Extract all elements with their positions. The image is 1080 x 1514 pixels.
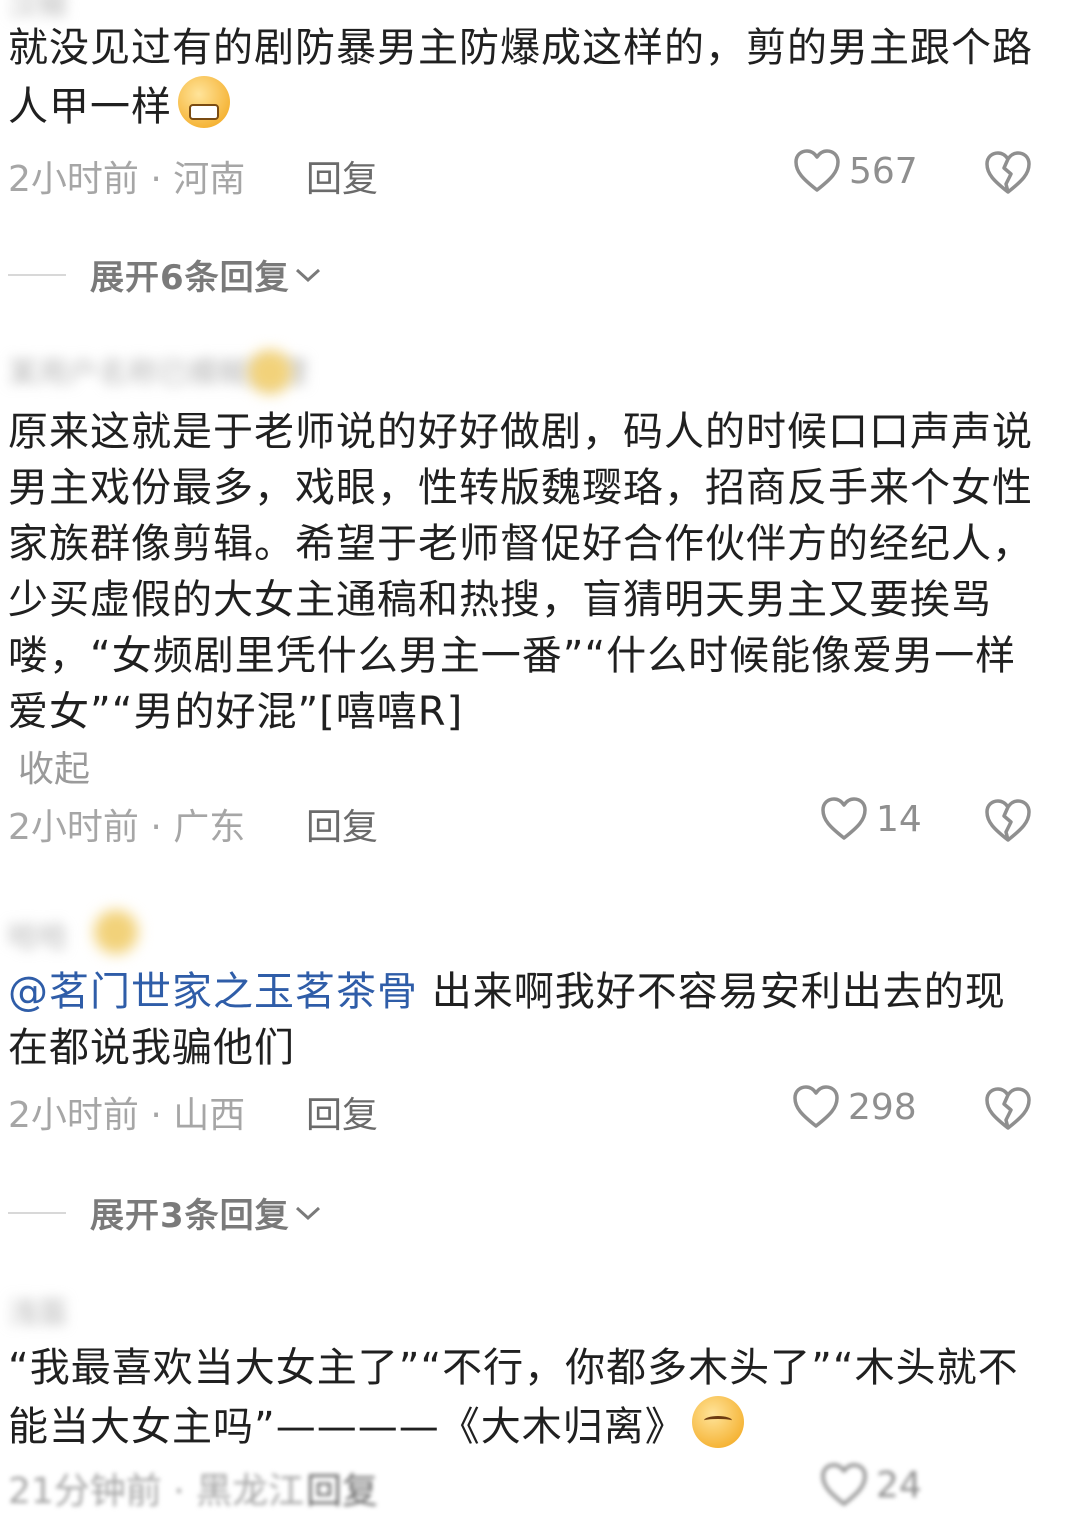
like-button[interactable]: 567 bbox=[793, 148, 918, 194]
chevron-down-icon bbox=[295, 1206, 320, 1220]
comment-body: 原来这就是于老师说的好好做剧，码人的时候口口声声说男主戏份最多，戏眼，性转版魏璎… bbox=[8, 409, 1033, 735]
like-count: 298 bbox=[848, 1086, 917, 1128]
divider-line bbox=[8, 273, 66, 276]
user-badge-icon bbox=[248, 350, 292, 394]
comment-username[interactable]: 哈哈 bbox=[8, 912, 68, 956]
comment-text: “我最喜欢当大女主了”“不行，你都多木头了”“木头就不能当大女主吗”————《大… bbox=[8, 1345, 1019, 1450]
comment-time-location: 21分钟前 · 黑龙江 bbox=[8, 1471, 305, 1512]
comment-time-location: 2小时前 · 河南 bbox=[8, 159, 246, 200]
heart-outline-icon bbox=[794, 149, 840, 192]
reply-button[interactable]: 回复 bbox=[306, 1462, 378, 1514]
heart-outline-icon bbox=[821, 1463, 867, 1506]
comment-time-location: 2小时前 · 广东 bbox=[8, 807, 246, 848]
like-count: 14 bbox=[876, 798, 922, 840]
comment-body: @茗门世家之玉茗茶骨 出来啊我好不容易安利出去的现在都说我骗他们 bbox=[8, 964, 1038, 1076]
reply-button[interactable]: 回复 bbox=[306, 150, 378, 202]
like-button[interactable]: 24 bbox=[820, 1462, 922, 1508]
divider-line bbox=[8, 1211, 66, 1214]
heart-outline-icon bbox=[793, 1085, 839, 1128]
broken-heart-icon[interactable] bbox=[984, 1086, 1032, 1132]
expand-replies[interactable]: 展开6条回复 bbox=[0, 250, 322, 299]
chevron-down-icon bbox=[295, 268, 320, 282]
like-count: 567 bbox=[849, 150, 918, 192]
comment-body: “我最喜欢当大女主了”“不行，你都多木头了”“木头就不能当大女主吗”————《大… bbox=[8, 1340, 1038, 1455]
expand-replies[interactable]: 展开3条回复 bbox=[0, 1188, 322, 1237]
like-count: 24 bbox=[876, 1464, 922, 1506]
reply-button[interactable]: 回复 bbox=[306, 1086, 378, 1138]
comment-time-location: 2小时前 · 山西 bbox=[8, 1095, 246, 1136]
user-badge-icon bbox=[94, 910, 138, 954]
broken-heart-icon[interactable] bbox=[984, 150, 1032, 196]
grinning-sweat-emoji-icon bbox=[178, 76, 230, 128]
comment-body: 就没见过有的剧防暴男主防爆成这样的，剪的男主跟个路人甲一样 bbox=[8, 20, 1038, 135]
mention-link[interactable]: @茗门世家之玉茗茶骨 bbox=[8, 969, 418, 1015]
expand-replies-label: 展开3条回复 bbox=[90, 1196, 290, 1236]
reply-button[interactable]: 回复 bbox=[306, 798, 378, 850]
like-button[interactable]: 298 bbox=[792, 1084, 917, 1130]
broken-heart-icon[interactable] bbox=[984, 798, 1032, 844]
like-button[interactable]: 14 bbox=[820, 796, 922, 842]
expand-replies-label: 展开6条回复 bbox=[90, 258, 290, 298]
heart-outline-icon bbox=[821, 797, 867, 840]
comment-username[interactable]: 浅笛 bbox=[8, 1288, 68, 1332]
smug-face-emoji-icon bbox=[691, 1396, 744, 1448]
comment-text: 就没见过有的剧防暴男主防爆成这样的，剪的男主跟个路人甲一样 bbox=[8, 25, 1033, 130]
collapse-link[interactable]: 收起 bbox=[18, 740, 90, 792]
